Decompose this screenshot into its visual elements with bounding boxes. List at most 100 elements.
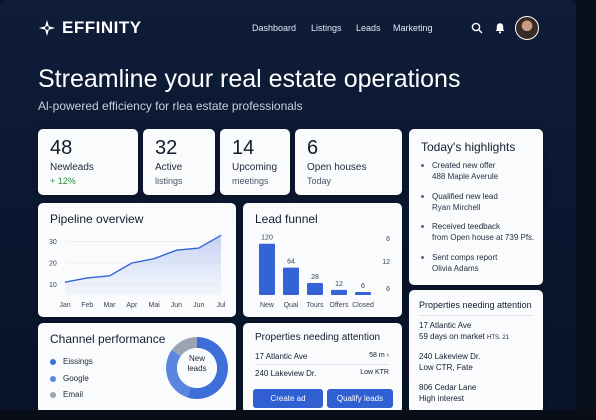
hero-subtitle: Al-powered efficiency for rlea estate pr… bbox=[38, 99, 303, 113]
brand-logo[interactable]: EFFINITY bbox=[38, 18, 142, 38]
highlight-title: Created new offer bbox=[432, 161, 496, 170]
highlight-title: Sent comps report bbox=[432, 253, 498, 262]
background-edge bbox=[0, 410, 596, 420]
funnel-chart: 120 New 64 Qual 28 Tours 12 Offers 6 Closed 6 12 6 bbox=[259, 235, 390, 309]
legend-label: Google bbox=[63, 374, 89, 383]
x-tick-label: Apr bbox=[126, 302, 138, 309]
hero-title: Streamline your real estate operations bbox=[38, 65, 461, 93]
y-tick-label: 10 bbox=[49, 282, 57, 289]
divider bbox=[255, 364, 389, 365]
stat-label: Active bbox=[155, 162, 183, 173]
attention-address: 240 Lakeview Dr. bbox=[255, 369, 317, 378]
property-detail-text: High interest bbox=[419, 394, 464, 403]
y-tick-label: 30 bbox=[49, 239, 57, 246]
property-item[interactable]: 240 Lakeview Dr. Low CTR, Fate bbox=[419, 351, 480, 373]
bell-icon[interactable] bbox=[494, 22, 506, 34]
highlight-sub: from Open house at 739 Pfs. bbox=[432, 233, 535, 242]
property-address: 240 Lakeview Dr. bbox=[419, 352, 481, 361]
app-window: EFFINITY Dashboard Listings Leads Market… bbox=[0, 0, 576, 410]
x-tick-label: New bbox=[260, 302, 275, 309]
funnel-bar bbox=[355, 292, 371, 295]
x-tick-label: Jul bbox=[217, 302, 226, 309]
property-item[interactable]: 806 Cedar Lane High interest bbox=[419, 382, 476, 404]
brand-name: EFFINITY bbox=[62, 18, 142, 37]
bullet-icon bbox=[421, 195, 424, 198]
stat-card-active-listings[interactable]: 32 Active listings bbox=[143, 129, 215, 195]
stat-change: + 12% bbox=[50, 176, 76, 186]
stat-value: 14 bbox=[232, 137, 255, 159]
stat-sublabel: Today bbox=[307, 176, 332, 186]
attention-title: Properties needing attention bbox=[255, 332, 381, 343]
donut-label-line2: leads bbox=[187, 364, 207, 373]
property-address: 17 Atlantic Ave bbox=[419, 321, 472, 330]
stat-label: Newleads bbox=[50, 162, 94, 173]
property-item[interactable]: 17 Atlantic Ave 59 days on market HTS. 2… bbox=[419, 320, 509, 344]
legend-item: Google bbox=[50, 374, 89, 383]
stat-sublabel: meetings bbox=[232, 176, 269, 186]
highlight-title: Received teedback bbox=[432, 222, 501, 231]
highlights-card: Today's highlights Created new offer 488… bbox=[409, 129, 543, 285]
nav-listings[interactable]: Listings bbox=[311, 23, 342, 33]
x-tick-label: Mar bbox=[104, 302, 117, 309]
x-tick-label: Mai bbox=[149, 302, 161, 309]
channel-card: Channel performance Eissings Google Emai… bbox=[38, 323, 236, 410]
attention-address: 17 Atlantic Ave bbox=[255, 352, 308, 361]
stat-sublabel: listings bbox=[155, 176, 183, 186]
x-tick-label: Feb bbox=[81, 302, 93, 309]
x-tick-label: Closed bbox=[352, 302, 374, 309]
stat-card-open-houses[interactable]: 6 Open houses Today bbox=[295, 129, 402, 195]
stat-label: Open houses bbox=[307, 162, 367, 173]
attention-note: Low KTR bbox=[360, 369, 389, 376]
legend-label: Email bbox=[63, 390, 84, 399]
funnel-bar bbox=[283, 267, 299, 295]
x-tick-label: Offers bbox=[330, 302, 349, 309]
bar-value-label: 6 bbox=[361, 283, 365, 290]
x-tick-label: Qual bbox=[284, 302, 299, 309]
legend-item: Email bbox=[50, 390, 83, 399]
create-ad-button[interactable]: Create ad bbox=[253, 389, 323, 408]
property-address: 806 Cedar Lane bbox=[419, 383, 477, 392]
funnel-card: Lead funnel 120 New 64 Qual 28 Tours 12 Offers 6… bbox=[243, 203, 402, 317]
attention-note: 58 m › bbox=[369, 352, 389, 359]
stat-value: 48 bbox=[50, 137, 73, 159]
x-tick-label: Jun bbox=[193, 302, 204, 309]
right-axis-label: 6 bbox=[386, 286, 390, 293]
bar-value-label: 120 bbox=[261, 235, 273, 242]
attention-card: Properties needing attention 17 Atlantic… bbox=[243, 323, 402, 410]
right-axis-label: 12 bbox=[382, 259, 390, 266]
property-extra: HTS. 21 bbox=[487, 335, 510, 341]
y-tick-label: 20 bbox=[49, 261, 57, 268]
legend-swatch bbox=[50, 358, 56, 365]
nav-leads[interactable]: Leads bbox=[356, 23, 381, 33]
property-detail-text: 59 days on market bbox=[419, 332, 485, 341]
property-detail: 59 days on market HTS. 21 bbox=[419, 331, 509, 344]
funnel-bar bbox=[307, 283, 323, 295]
attention-row[interactable]: 240 Lakeview Dr. Low KTR bbox=[255, 369, 389, 378]
nav-dashboard[interactable]: Dashboard bbox=[252, 23, 296, 33]
highlights-title: Today's highlights bbox=[421, 140, 516, 154]
x-tick-label: Tours bbox=[306, 302, 324, 309]
user-avatar[interactable] bbox=[515, 16, 539, 40]
stat-card-meetings[interactable]: 14 Upcoming meetings bbox=[220, 129, 290, 195]
x-tick-label: Jan bbox=[59, 302, 70, 309]
divider bbox=[419, 315, 533, 316]
stat-card-new-leads[interactable]: 48 Newleads + 12% bbox=[38, 129, 138, 195]
donut-label-line1: New bbox=[188, 354, 205, 363]
bullet-icon bbox=[421, 225, 424, 228]
search-icon[interactable] bbox=[471, 22, 483, 34]
qualify-leads-button[interactable]: Qualify leads bbox=[327, 389, 393, 408]
background-edge bbox=[576, 0, 596, 420]
bar-value-label: 28 bbox=[311, 274, 319, 281]
logo-mark-icon bbox=[38, 19, 56, 37]
stat-label: Upcoming bbox=[232, 162, 278, 173]
legend-item: Eissings bbox=[50, 357, 93, 366]
pipeline-chart: 10 20 30 Jan Feb Mar Apr Mai Jun Jun Jul bbox=[49, 234, 226, 309]
stat-value: 6 bbox=[307, 137, 319, 159]
attention-row[interactable]: 17 Atlantic Ave 58 m › bbox=[255, 352, 389, 361]
legend-swatch bbox=[50, 391, 56, 398]
funnel-bar bbox=[331, 289, 347, 295]
nav-marketing[interactable]: Marketing bbox=[393, 23, 433, 33]
highlight-sub: Ryan Mirchell bbox=[432, 203, 481, 212]
right-axis-label: 6 bbox=[386, 236, 390, 243]
stat-value: 32 bbox=[155, 137, 178, 159]
